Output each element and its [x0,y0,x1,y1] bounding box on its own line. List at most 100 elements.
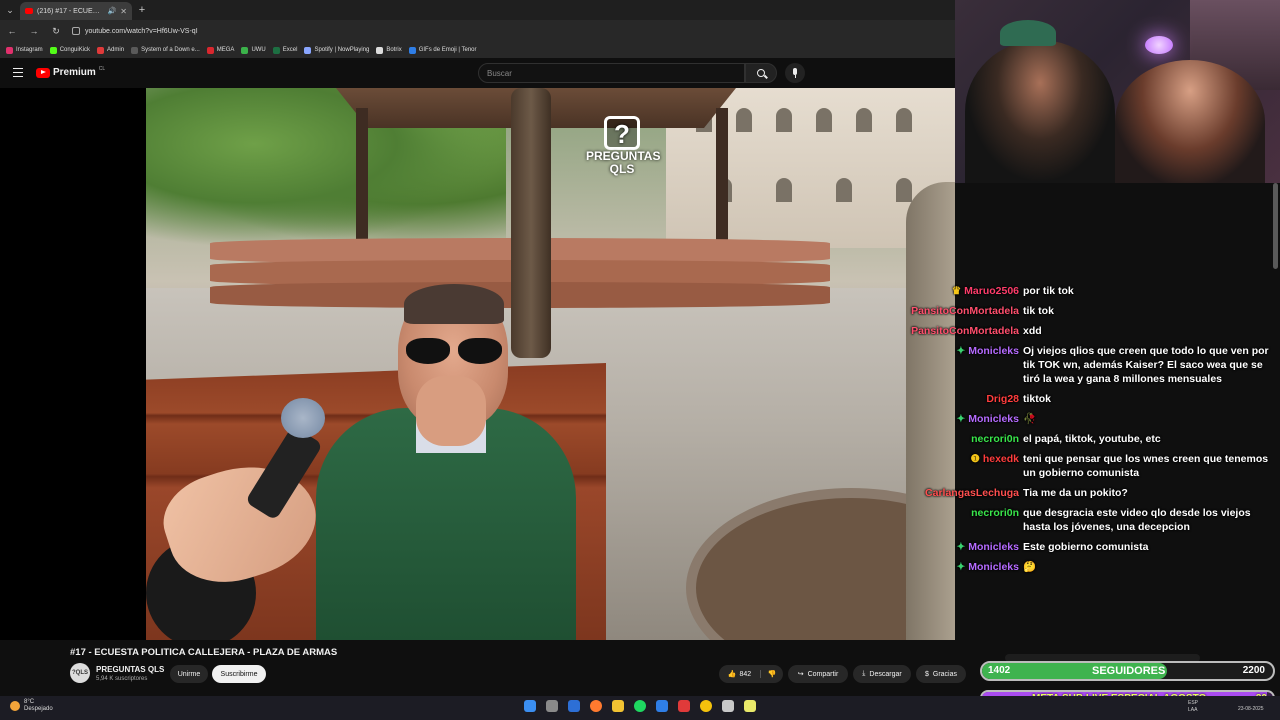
language-indicator[interactable]: ESP LAA [1188,700,1198,714]
app-icon-5[interactable] [744,700,756,712]
chat-text: tiktok [1023,393,1052,405]
chat-username-text: necrori0n [971,507,1019,519]
taskbar-date[interactable]: 23-08-2025 [1238,706,1264,712]
chat-message: ✦ Monicleks Este gobierno comunista [905,540,1280,554]
chat-username[interactable]: PansitoConMortadela [905,324,1023,338]
chat-username-text: hexedk [982,453,1019,465]
youtube-logo[interactable]: Premium CL [36,66,105,78]
back-arrow-icon[interactable]: ← [6,26,18,36]
bookmark-item[interactable]: Spotify | NowPlaying [304,46,369,54]
chat-username[interactable]: necrori0n [905,506,1023,534]
video-title: #17 - ECUESTA POLITICA CALLEJERA - PLAZA… [70,647,338,658]
chat-username[interactable]: ✦ Monicleks [905,540,1023,554]
bookmark-item[interactable]: Instagram [6,46,43,54]
file-explorer-icon[interactable] [612,700,624,712]
chat-username[interactable]: ✦ Monicleks [905,560,1023,574]
url-text: youtube.com/watch?v=Hf6Uw-VS-qI [85,27,198,35]
download-button[interactable]: ⤓ Descargar [853,665,911,683]
windows-taskbar: 8°C Despejado ESP LAA 23-08-2025 [0,696,1280,720]
reload-icon[interactable]: ↻ [50,26,62,37]
bookmark-label: Excel [282,47,298,53]
bookmark-item[interactable]: MEGA [206,46,235,54]
weather-widget[interactable]: 8°C Despejado [10,699,53,713]
channel-name[interactable]: PREGUNTAS QLS [96,665,164,674]
bookmark-item[interactable]: ConguiKick [49,46,90,54]
chat-username[interactable]: ✦ Monicleks [905,412,1023,426]
subscriber-count: 5,94 K suscriptores [96,676,148,682]
chat-username[interactable]: ♛ Maruo2506 [905,284,1023,298]
chat-message: ✦ Monicleks 🥀 [905,412,1280,426]
app-icon-4[interactable] [722,700,734,712]
channel-watermark: ? PREGUNTAS QLS [586,116,660,176]
tab-search-icon[interactable]: ⌄ [0,0,20,20]
app-icon-2[interactable] [656,700,668,712]
url-field[interactable]: youtube.com/watch?v=Hf6Uw-VS-qI [72,27,198,35]
forward-arrow-icon[interactable]: → [28,26,40,36]
chat-text: 🤔 [1023,561,1037,573]
chat-text: xdd [1023,325,1042,337]
bookmark-label: Instagram [16,47,43,53]
bookmark-favicon-icon [272,46,280,54]
chat-username[interactable]: Drig28 [905,392,1023,406]
channel-avatar[interactable]: ?QLS [70,663,90,683]
browser-tab-active[interactable]: (216) #17 - ECUESTA POLITI 🔊 ✕ [20,2,132,20]
chat-username-text: necrori0n [971,433,1019,445]
weather-sun-icon [10,701,20,711]
bookmark-favicon-icon [49,46,57,54]
followers-label: SEGUIDORES [1092,665,1166,677]
sparkle-badge-icon: ✦ [956,541,969,553]
like-button[interactable]: 👍 842 [719,670,761,678]
chat-text: teni que pensar que los wnes creen que t… [1023,453,1269,479]
chat-username[interactable]: necrori0n [905,432,1023,446]
followers-goal-bar: 1402 SEGUIDORES 2200 [980,661,1275,681]
chat-username[interactable]: PansitoConMortadela [905,304,1023,318]
youtube-favicon-icon [25,8,33,14]
share-button[interactable]: ↪ Compartir [788,665,848,683]
close-tab-icon[interactable]: ✕ [120,7,127,16]
bookmark-label: MEGA [216,47,235,53]
video-frame[interactable]: ? PREGUNTAS QLS [146,88,955,640]
new-tab-button[interactable]: + [132,4,152,16]
app-icon-3[interactable] [678,700,690,712]
followers-current: 1402 [988,665,1011,676]
bookmark-item[interactable]: Excel [272,46,298,54]
bookmark-item[interactable]: Admin [97,46,124,54]
warn-badge-icon: ❶ [970,453,983,465]
stream-chat-overlay: ♛ Maruo2506 por tik tok PansitoConMortadel… [905,284,1280,580]
search-input[interactable]: Buscar [478,63,745,83]
super-thanks-icon: $ [924,670,929,678]
bookmark-item[interactable]: Botrix [376,46,402,54]
chat-text: el papá, tiktok, youtube, etc [1023,433,1161,445]
chat-username-text: CarlangasLechuga [925,487,1019,499]
firefox-icon[interactable] [590,700,602,712]
sparkle-badge-icon: ✦ [956,413,969,425]
bookmark-item[interactable]: System of a Down e... [131,46,200,54]
watermark-line2: QLS [609,162,635,176]
chat-message: CarlangasLechuga Tia me da un pokito? [905,486,1280,500]
app-icon-1[interactable] [568,700,580,712]
chat-username[interactable]: ❶ hexedk [905,452,1023,480]
chat-text: Tia me da un pokito? [1023,487,1128,499]
chat-username[interactable]: ✦ Monicleks [905,344,1023,386]
bookmark-item[interactable]: GIFs de Emoji | Tenor [408,46,477,54]
chat-username[interactable]: CarlangasLechuga [905,486,1023,500]
thanks-button[interactable]: $ Gracias [916,665,966,683]
subscribe-button[interactable]: Suscribirme [212,665,266,683]
dislike-button[interactable]: 👎 [761,670,783,678]
scrollbar[interactable] [1273,183,1278,269]
streamer-webcam [955,0,1280,183]
bookmark-item[interactable]: UWU [241,46,266,54]
chrome-icon[interactable] [700,700,712,712]
speaker-icon[interactable]: 🔊 [108,7,117,15]
hamburger-menu-icon[interactable] [13,68,23,77]
spotify-icon[interactable] [634,700,646,712]
streamer-left [965,40,1115,183]
start-windows-icon[interactable] [524,700,536,712]
voice-search-icon[interactable] [785,63,805,83]
join-button[interactable]: Unirme [170,665,208,683]
search-button[interactable] [745,63,777,83]
lang-line1: ESP [1188,700,1199,706]
task-view-icon[interactable] [546,700,558,712]
video-player[interactable]: ? PREGUNTAS QLS [0,88,955,640]
site-info-icon[interactable] [72,27,80,35]
